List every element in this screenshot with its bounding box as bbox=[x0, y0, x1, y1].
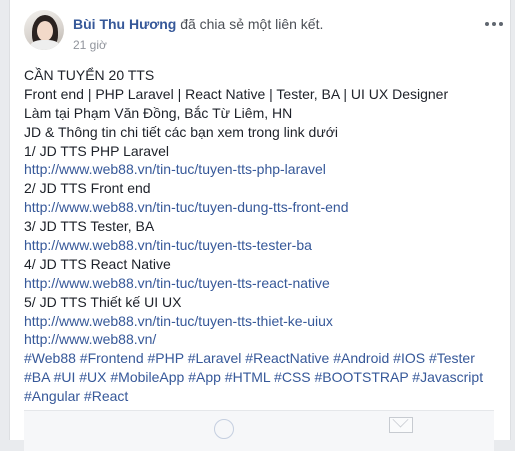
post-text: 1/ JD TTS PHP Laravel bbox=[24, 142, 169, 159]
post-link-line: http://www.web88.vn/tin-tuc/tuyen-tts-th… bbox=[24, 312, 504, 331]
post-link[interactable]: http://www.web88.vn/tin-tuc/tuyen-tts-ph… bbox=[24, 161, 326, 177]
post-link[interactable]: http://www.web88.vn/ bbox=[24, 331, 156, 347]
avatar-face bbox=[37, 21, 53, 41]
post-text: 4/ JD TTS React Native bbox=[24, 255, 171, 272]
post-link-line: http://www.web88.vn/ bbox=[24, 330, 504, 349]
author-name[interactable]: Bùi Thu Hương bbox=[73, 16, 176, 32]
post-text-line: Front end | PHP Laravel | React Native |… bbox=[24, 85, 504, 104]
post-link-line: #Angular #React bbox=[24, 387, 504, 406]
preview-icon bbox=[214, 419, 234, 439]
post-text: JD & Thông tin chi tiết các bạn xem tron… bbox=[24, 123, 338, 140]
post-timestamp[interactable]: 21 giờ bbox=[73, 38, 107, 52]
more-options-icon[interactable] bbox=[484, 15, 504, 33]
post-link[interactable]: http://www.web88.vn/tin-tuc/tuyen-tts-te… bbox=[24, 237, 312, 253]
post-link[interactable]: http://www.web88.vn/tin-tuc/tuyen-tts-th… bbox=[24, 313, 333, 329]
post-text-line: 2/ JD TTS Front end bbox=[24, 179, 504, 198]
post-text: CẦN TUYỂN 20 TTS bbox=[24, 67, 155, 83]
post-link-line: http://www.web88.vn/tin-tuc/tuyen-tts-re… bbox=[24, 274, 504, 293]
post-link-line: #Web88 #Frontend #PHP #Laravel #ReactNat… bbox=[24, 349, 504, 368]
post-text-line: CẦN TUYỂN 20 TTS bbox=[24, 66, 504, 85]
post-link[interactable]: http://www.web88.vn/tin-tuc/tuyen-tts-re… bbox=[24, 275, 330, 291]
post-header: Bùi Thu Hương đã chia sẻ một liên kết. bbox=[73, 16, 323, 32]
post-text-line: 3/ JD TTS Tester, BA bbox=[24, 217, 504, 236]
post-text: Front end | PHP Laravel | React Native |… bbox=[24, 85, 449, 102]
link-preview[interactable] bbox=[24, 410, 494, 451]
post-text-line: 1/ JD TTS PHP Laravel bbox=[24, 142, 504, 161]
envelope-icon bbox=[389, 417, 413, 433]
post-text: Làm tại Phạm Văn Đồng, Bắc Từ Liêm, HN bbox=[24, 104, 293, 121]
post-action: đã chia sẻ một liên kết. bbox=[180, 16, 324, 32]
post-text-line: JD & Thông tin chi tiết các bạn xem tron… bbox=[24, 123, 504, 142]
post-card: Bùi Thu Hương đã chia sẻ một liên kết. 2… bbox=[9, 0, 511, 451]
post-text-line: 5/ JD TTS Thiết kế UI UX bbox=[24, 293, 504, 312]
avatar[interactable] bbox=[24, 10, 64, 50]
post-link[interactable]: #Angular #React bbox=[24, 388, 128, 404]
post-link[interactable]: http://www.web88.vn/tin-tuc/tuyen-dung-t… bbox=[24, 199, 349, 215]
avatar-body bbox=[30, 40, 60, 50]
post-text: 5/ JD TTS Thiết kế UI UX bbox=[24, 293, 182, 310]
post-link[interactable]: #Web88 #Frontend #PHP #Laravel #ReactNat… bbox=[24, 350, 475, 366]
post-link[interactable]: #BA #UI #UX #MobileApp #App #HTML #CSS #… bbox=[24, 369, 483, 385]
post-text: 3/ JD TTS Tester, BA bbox=[24, 218, 155, 235]
post-link-line: http://www.web88.vn/tin-tuc/tuyen-dung-t… bbox=[24, 198, 504, 217]
post-link-line: http://www.web88.vn/tin-tuc/tuyen-tts-ph… bbox=[24, 160, 504, 179]
post-link-line: #BA #UI #UX #MobileApp #App #HTML #CSS #… bbox=[24, 368, 504, 387]
post-link-line: http://www.web88.vn/tin-tuc/tuyen-tts-te… bbox=[24, 236, 504, 255]
post-text-line: Làm tại Phạm Văn Đồng, Bắc Từ Liêm, HN bbox=[24, 104, 504, 123]
post-text: 2/ JD TTS Front end bbox=[24, 180, 151, 197]
post-text-line: 4/ JD TTS React Native bbox=[24, 255, 504, 274]
post-content: CẦN TUYỂN 20 TTS Front end | PHP Laravel … bbox=[24, 66, 504, 406]
